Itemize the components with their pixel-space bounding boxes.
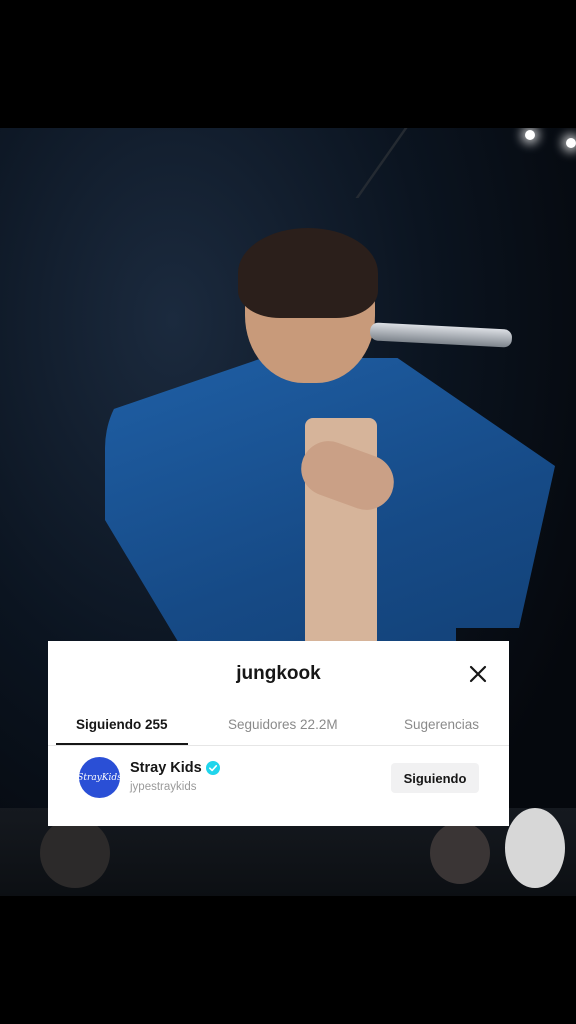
avatar[interactable]: StrayKids xyxy=(79,757,120,798)
panel-title: jungkook xyxy=(236,663,321,684)
crowd-member xyxy=(505,808,565,888)
following-button[interactable]: Siguiendo xyxy=(391,763,479,793)
avatar-logo-text: StrayKids xyxy=(79,772,120,783)
following-panel: jungkook Siguiendo 255 Seguidores 22.2M … xyxy=(48,641,509,826)
performer-hair xyxy=(238,228,378,318)
account-name[interactable]: Stray Kids xyxy=(130,760,202,776)
stage-light xyxy=(525,130,535,140)
tab-bar: Siguiendo 255 Seguidores 22.2M Sugerenci… xyxy=(48,707,509,746)
list-item[interactable]: StrayKids Stray Kids jypestraykids Sigui… xyxy=(48,749,509,809)
verified-badge-icon xyxy=(206,761,220,775)
crowd-member xyxy=(40,818,110,888)
tab-suggestions[interactable]: Sugerencias xyxy=(404,717,479,732)
tab-followers[interactable]: Seguidores 22.2M xyxy=(228,717,338,732)
stage-light xyxy=(566,138,576,148)
tab-following[interactable]: Siguiendo 255 xyxy=(76,717,168,732)
microphone xyxy=(369,322,513,348)
stage-truss xyxy=(355,128,576,198)
crowd-member xyxy=(430,822,490,884)
close-icon[interactable] xyxy=(466,662,490,686)
active-tab-indicator xyxy=(56,743,188,745)
account-handle: jypestraykids xyxy=(130,781,197,793)
